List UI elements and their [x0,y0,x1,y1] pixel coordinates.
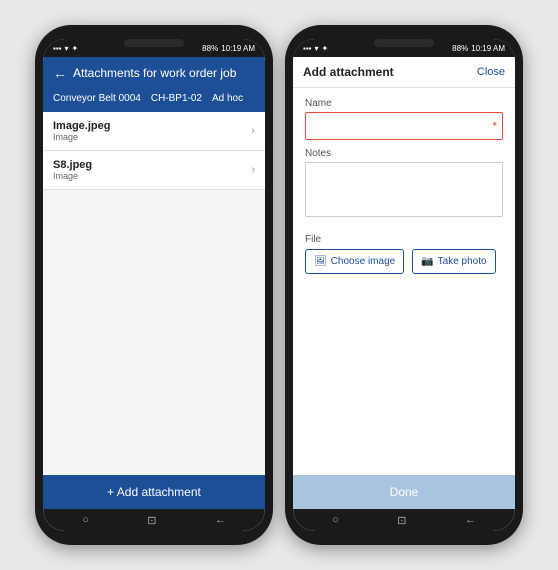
list-item-info: S8.jpeg Image [53,159,92,181]
add-attachment-button[interactable]: + Add attachment [43,475,265,509]
phone-1-screen: ▪▪▪ ▾ ✦ 88% 10:19 AM ← Attachments for w… [43,39,265,531]
choose-image-button[interactable]: 🖼 Choose image [305,249,404,274]
attachment-type: Image [53,132,110,142]
notes-input[interactable] [305,162,503,217]
add-attachment-form: Name * Notes File 🖼 Choose imag [293,88,515,475]
list-item[interactable]: S8.jpeg Image › [43,151,265,190]
bluetooth-icon: ✦ [72,44,79,53]
name-input-wrapper: * [305,112,503,140]
attachment-name: S8.jpeg [53,159,92,171]
attachments-header: ← Attachments for work order job [43,57,265,89]
time-display: 10:19 AM [221,44,255,53]
close-button[interactable]: Close [477,66,505,78]
take-photo-label: Take photo [438,256,487,267]
file-label: File [305,234,503,245]
camera-icon: 📷 [421,256,433,267]
wifi-icon: ▾ [65,44,69,53]
file-action-buttons: 🖼 Choose image 📷 Take photo [305,249,503,274]
work-order-info-bar: Conveyor Belt 0004 CH-BP1-02 Ad hoc [43,89,265,112]
bottom-navigation-1: ○ ⊡ ← [43,509,265,531]
image-icon: 🖼 [314,256,327,267]
choose-image-label: Choose image [331,256,395,267]
chevron-icon: › [251,164,255,176]
notes-field-group: Notes [305,148,503,222]
attachment-type: Image [53,171,92,181]
time-display: 10:19 AM [471,44,505,53]
back-button[interactable]: ← [53,65,67,81]
chevron-icon: › [251,125,255,137]
order-type: Ad hoc [212,93,243,104]
home-nav-icon[interactable]: ○ [332,514,339,526]
notes-label: Notes [305,148,503,159]
back-nav-icon[interactable]: ← [215,514,226,526]
wifi-icon: ▾ [315,44,319,53]
phone-1: ▪▪▪ ▾ ✦ 88% 10:19 AM ← Attachments for w… [35,25,273,545]
header-title: Attachments for work order job [73,66,236,80]
bottom-navigation-2: ○ ⊡ ← [293,509,515,531]
attachment-list: Image.jpeg Image › S8.jpeg Image › [43,112,265,475]
battery-level: 88% [202,44,218,53]
add-attachment-header: Add attachment Close [293,57,515,88]
attachment-name: Image.jpeg [53,120,110,132]
required-indicator: * [492,119,497,133]
add-attachment-title: Add attachment [303,65,394,79]
battery-level: 88% [452,44,468,53]
name-label: Name [305,98,503,109]
recent-nav-icon[interactable]: ⊡ [147,514,156,527]
name-input[interactable] [305,112,503,140]
bluetooth-icon: ✦ [322,44,329,53]
status-bar-2: ▪▪▪ ▾ ✦ 88% 10:19 AM [293,39,515,57]
done-button[interactable]: Done [293,475,515,509]
order-code: CH-BP1-02 [151,93,202,104]
status-bar-1: ▪▪▪ ▾ ✦ 88% 10:19 AM [43,39,265,57]
list-item[interactable]: Image.jpeg Image › [43,112,265,151]
signal-icon: ▪▪▪ [303,44,312,53]
home-nav-icon[interactable]: ○ [82,514,89,526]
back-nav-icon[interactable]: ← [465,514,476,526]
phone-2-screen: ▪▪▪ ▾ ✦ 88% 10:19 AM Add attachment Clos… [293,39,515,531]
signal-icon: ▪▪▪ [53,44,62,53]
take-photo-button[interactable]: 📷 Take photo [412,249,495,274]
recent-nav-icon[interactable]: ⊡ [397,514,406,527]
list-item-info: Image.jpeg Image [53,120,110,142]
name-field-group: Name * [305,98,503,140]
file-field-group: File 🖼 Choose image 📷 Take photo [305,234,503,274]
phone-2: ▪▪▪ ▾ ✦ 88% 10:19 AM Add attachment Clos… [285,25,523,545]
equipment-name: Conveyor Belt 0004 [53,93,141,104]
